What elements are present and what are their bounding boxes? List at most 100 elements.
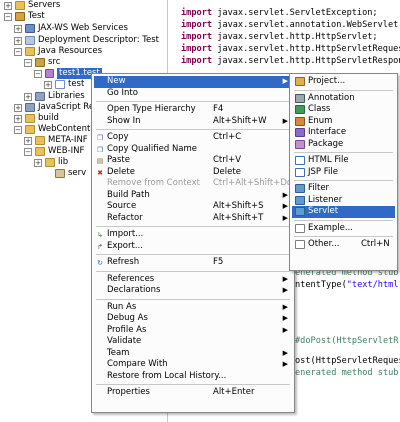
menu-item-references[interactable]: References ▶ bbox=[94, 274, 292, 286]
menu-item-refactor[interactable]: Refactor Alt+Shift+T ▶ bbox=[94, 213, 292, 225]
menu-item-build-path[interactable]: Build Path ▶ bbox=[94, 190, 292, 202]
expand-toggle-icon[interactable]: + bbox=[14, 114, 22, 123]
menu-item-delete[interactable]: ✖ Delete Delete bbox=[94, 167, 292, 179]
menu-item-label: Properties bbox=[107, 387, 150, 397]
expand-toggle-icon[interactable]: − bbox=[14, 125, 22, 134]
submenu-item-shortcut: Ctrl+N bbox=[361, 239, 390, 249]
menu-item-label: Build Path bbox=[107, 189, 150, 200]
menu-item-run-as[interactable]: Run As ▶ bbox=[94, 302, 292, 314]
code-keyword: import bbox=[181, 32, 213, 42]
java-file-icon bbox=[55, 80, 65, 89]
menu-item-debug-as[interactable]: Debug As ▶ bbox=[94, 313, 292, 325]
submenu-item-enum[interactable]: Enum bbox=[292, 116, 395, 128]
submenu-item-other[interactable]: Other... Ctrl+N bbox=[292, 239, 395, 251]
expand-toggle-icon[interactable]: + bbox=[44, 80, 52, 89]
menu-item-label: Import... bbox=[107, 229, 144, 239]
expand-toggle-icon[interactable]: + bbox=[14, 24, 22, 33]
menu-item-validate[interactable]: Validate bbox=[94, 336, 292, 348]
code-text: javax.servlet.http.HttpServlet; bbox=[212, 32, 378, 42]
menu-item-new[interactable]: New ▶ bbox=[94, 76, 292, 88]
jar-icon bbox=[55, 169, 65, 178]
expand-toggle-icon[interactable]: + bbox=[34, 158, 42, 167]
folder-icon bbox=[25, 114, 35, 123]
expand-toggle-icon[interactable]: − bbox=[34, 69, 42, 78]
submenu-item-project[interactable]: Project... bbox=[292, 76, 395, 88]
export-icon: ↱ bbox=[97, 242, 103, 251]
menu-item-label: Export... bbox=[107, 240, 143, 251]
tree-item[interactable]: + lib bbox=[34, 157, 68, 168]
menu-item-restore-from-local-history[interactable]: Restore from Local History... bbox=[94, 371, 292, 383]
submenu-item-servlet[interactable]: Servlet bbox=[292, 206, 395, 218]
library-icon bbox=[25, 103, 35, 112]
tree-item[interactable]: − WebContent bbox=[14, 124, 90, 135]
tree-item[interactable]: − Test bbox=[4, 11, 45, 22]
menu-separator bbox=[294, 219, 393, 221]
code-keyword: import bbox=[181, 44, 213, 54]
chevron-right-icon: ▶ bbox=[282, 286, 288, 294]
listener-icon bbox=[295, 195, 305, 205]
submenu-item-package[interactable]: Package bbox=[292, 139, 395, 151]
submenu-item-filter[interactable]: Filter bbox=[292, 183, 395, 195]
tree-item[interactable]: − WEB-INF bbox=[24, 146, 84, 157]
expand-toggle-icon[interactable]: − bbox=[4, 12, 12, 21]
library-icon bbox=[35, 92, 45, 101]
menu-item-label: Validate bbox=[107, 336, 142, 346]
new-submenu: Project... Annotation Class Enum Interface Pa… bbox=[289, 73, 398, 271]
tree-item-label: test bbox=[68, 79, 85, 89]
menu-separator bbox=[294, 89, 393, 91]
menu-item-open-type-hierarchy[interactable]: Open Type Hierarchy F4 bbox=[94, 104, 292, 116]
tree-item-label: Libraries bbox=[48, 91, 85, 101]
paste-icon: ▤ bbox=[96, 157, 104, 165]
submenu-item-interface[interactable]: Interface bbox=[292, 127, 395, 139]
chevron-right-icon: ▶ bbox=[282, 325, 288, 334]
menu-item-copy[interactable]: ❐ Copy Ctrl+C bbox=[94, 132, 292, 144]
expand-toggle-icon[interactable]: + bbox=[4, 1, 12, 10]
expand-toggle-icon[interactable]: + bbox=[24, 136, 32, 145]
webservice-icon bbox=[25, 24, 35, 33]
submenu-item-example[interactable]: Example... bbox=[292, 223, 395, 235]
tree-item[interactable]: + Servers bbox=[4, 0, 60, 11]
menu-item-compare-with[interactable]: Compare With ▶ bbox=[94, 359, 292, 371]
menu-item-copy-qualified-name[interactable]: ❐ Copy Qualified Name bbox=[94, 144, 292, 156]
tree-item[interactable]: + JavaScript Res bbox=[14, 102, 99, 113]
tree-item[interactable]: + Libraries bbox=[24, 91, 85, 102]
tree-item[interactable]: + test bbox=[44, 79, 84, 90]
submenu-item-html-file[interactable]: HTML File bbox=[292, 155, 395, 167]
menu-item-export[interactable]: ↱ Export... bbox=[94, 241, 292, 253]
submenu-item-listener[interactable]: Listener bbox=[292, 195, 395, 207]
tree-item[interactable]: + META-INF bbox=[24, 135, 88, 146]
tree-item[interactable]: + JAX-WS Web Services bbox=[14, 23, 128, 34]
expand-toggle-icon[interactable]: − bbox=[14, 47, 22, 56]
menu-item-shortcut: F5 bbox=[213, 257, 224, 267]
menu-item-declarations[interactable]: Declarations ▶ bbox=[94, 285, 292, 297]
code-line: ntentType("text/html" bbox=[295, 280, 400, 291]
menu-item-shortcut: Ctrl+C bbox=[213, 132, 242, 142]
menu-item-import[interactable]: ↳ Import... bbox=[94, 229, 292, 241]
submenu-item-label: Package bbox=[308, 138, 344, 149]
submenu-item-annotation[interactable]: Annotation bbox=[292, 93, 395, 105]
expand-toggle-icon[interactable]: − bbox=[24, 58, 32, 67]
expand-toggle-icon[interactable]: + bbox=[14, 36, 22, 45]
menu-item-source[interactable]: Source Alt+Shift+S ▶ bbox=[94, 201, 292, 213]
expand-toggle-icon[interactable]: + bbox=[14, 103, 22, 112]
menu-item-refresh[interactable]: ↻ Refresh F5 bbox=[94, 257, 292, 269]
tree-item[interactable]: + Deployment Descriptor: Test bbox=[14, 35, 159, 46]
menu-item-show-in[interactable]: Show In Alt+Shift+W ▶ bbox=[94, 116, 292, 128]
submenu-item-class[interactable]: Class bbox=[292, 104, 395, 116]
menu-item-go-into[interactable]: Go Into bbox=[94, 88, 292, 100]
menu-item-profile-as[interactable]: Profile As ▶ bbox=[94, 325, 292, 337]
tree-item[interactable]: − src bbox=[24, 57, 60, 68]
code-line: import javax.servlet.http.HttpServletRes… bbox=[181, 56, 400, 67]
menu-item-team[interactable]: Team ▶ bbox=[94, 348, 292, 360]
tree-item[interactable]: − Java Resources bbox=[14, 46, 102, 57]
expand-toggle-icon bbox=[44, 170, 52, 178]
menu-item-shortcut: Alt+Shift+T bbox=[213, 212, 264, 223]
menu-separator bbox=[96, 298, 290, 300]
tree-item[interactable]: serv bbox=[44, 168, 86, 179]
tree-item[interactable]: + build bbox=[14, 113, 59, 124]
menu-item-paste[interactable]: ▤ Paste Ctrl+V bbox=[94, 155, 292, 167]
submenu-item-jsp-file[interactable]: JSP File bbox=[292, 167, 395, 179]
menu-item-properties[interactable]: Properties Alt+Enter bbox=[94, 387, 292, 399]
expand-toggle-icon[interactable]: − bbox=[24, 147, 32, 156]
expand-toggle-icon[interactable]: + bbox=[24, 92, 32, 101]
